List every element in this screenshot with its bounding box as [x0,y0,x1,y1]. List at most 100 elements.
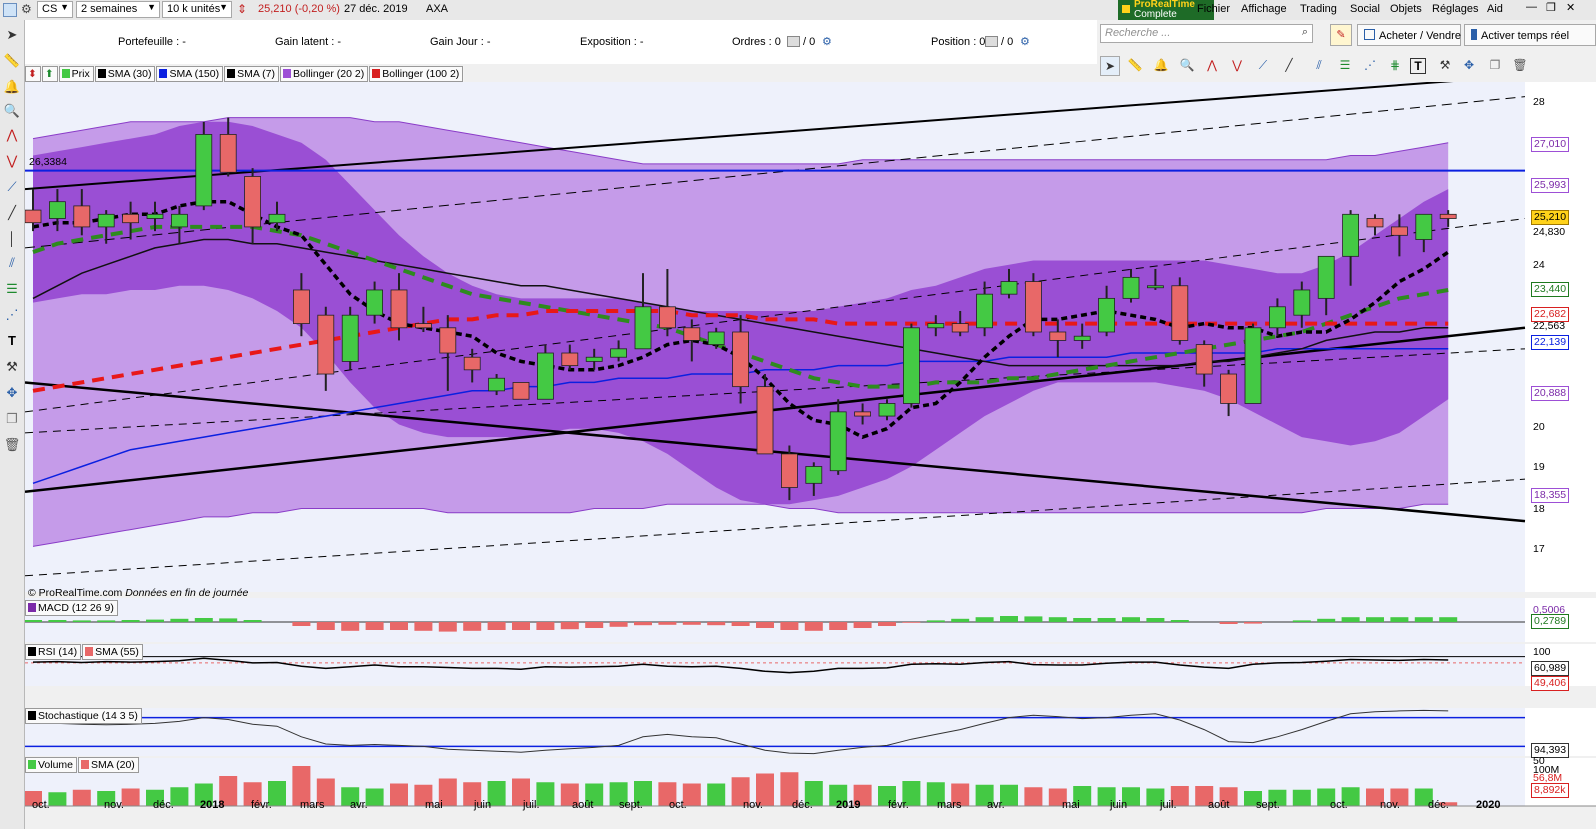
settings-icon[interactable]: ⚙ [21,2,32,16]
candle-body [537,352,554,400]
chart-type-toggle[interactable]: ⬍ [25,66,41,82]
symbol-combo[interactable]: CS ▼ [37,1,73,18]
tools-icon[interactable]: ⚒ [3,358,21,376]
buy-sell-checkbox[interactable] [1364,29,1375,40]
year-label: 2019 [836,799,861,811]
tools-tool-icon[interactable]: ⚒ [1436,56,1454,74]
axis-label-23440: 23,440 [1531,282,1570,297]
month-label: mars [937,799,962,811]
move-tool-icon[interactable]: ✥ [1460,56,1478,74]
menu-objets[interactable]: Objets [1390,3,1422,15]
channel-icon[interactable]: ⫽ [3,254,21,272]
segment-tool-icon[interactable]: ⟋ [1254,56,1272,74]
pencil-icon[interactable]: ✎ [1330,24,1352,46]
legend-bollinger100[interactable]: Bollinger (100 2) [369,66,464,82]
wave-down-tool-icon[interactable]: ⋁ [1228,56,1246,74]
add-indicator-toggle[interactable]: ⬆ [41,66,58,82]
position-settings-icon[interactable]: ⚙ [1020,35,1030,48]
text-tool-icon[interactable]: T [1410,58,1426,74]
copy-icon[interactable]: ❐ [3,410,21,428]
period-combo[interactable]: 2 semaines ▼ [76,1,160,18]
macd-bar [756,622,774,628]
legend-sma150[interactable]: SMA (150) [156,66,224,82]
orders-box-icon[interactable] [787,36,800,47]
units-combo[interactable]: 10 k unités ▼ [162,1,232,18]
legend-stoch[interactable]: Stochastique (14 3 5) [25,708,142,724]
realtime-checkbox[interactable] [1471,29,1477,40]
line-tool-icon[interactable]: ╱ [1280,56,1298,74]
chart-area[interactable] [25,82,1596,829]
close-icon[interactable]: ✕ [1566,1,1575,14]
legend-sma30[interactable]: SMA (30) [94,66,156,82]
alert-bell-icon[interactable]: 🔔 [3,78,21,96]
menu-trading[interactable]: Trading [1300,3,1337,15]
restore-icon[interactable]: ❐ [1546,1,1556,14]
price-chart-svg[interactable] [25,82,1596,829]
candle-body [244,176,262,228]
ruler-tool-icon[interactable]: 📏 [1126,56,1144,74]
units-value: 10 k unités [167,3,221,15]
search-icon[interactable]: ⌕ [1302,26,1308,39]
realtime-button[interactable]: Activer temps réel [1464,24,1596,46]
menu-social[interactable]: Social [1350,3,1380,15]
wave-up-tool-icon[interactable]: ⋀ [1203,56,1221,74]
bell-tool-icon[interactable]: 🔔 [1152,56,1170,74]
legend-volume-sma[interactable]: SMA (20) [78,757,139,773]
month-label: sept. [1256,799,1280,811]
grid-tool-icon[interactable]: ⋕ [1386,56,1404,74]
zoom-icon[interactable]: 🔍 [3,102,21,120]
candle-body [634,306,652,350]
legend-price[interactable]: Prix [58,66,94,82]
volume-bar [1292,789,1311,806]
volume-bar [390,783,408,806]
channel-tool-icon[interactable]: ⫽ [1310,56,1328,74]
text-icon[interactable]: T [3,332,21,350]
line-icon[interactable]: ╱ [3,204,21,222]
gann-tool-icon[interactable]: ⋰ [1361,56,1379,74]
wave-up-icon[interactable]: ⋀ [3,126,21,144]
legend-bollinger20[interactable]: Bollinger (20 2) [280,66,369,82]
candle-body [219,134,237,173]
zoom-tool-icon[interactable]: 🔍 [1178,56,1196,74]
trash-icon[interactable]: 🗑 [3,436,21,454]
segment-icon[interactable]: ⟋ [3,178,21,196]
macd-bar [1390,617,1409,622]
rsi-legend: RSI (14) SMA (55) [25,644,144,660]
ruler-icon[interactable]: 📏 [3,52,21,70]
wave-down-icon[interactable]: ⋁ [3,152,21,170]
gann-icon[interactable]: ⋰ [3,306,21,324]
month-label: déc. [792,799,813,811]
cursor-icon[interactable]: ➤ [3,26,21,44]
buy-sell-button[interactable]: Acheter / Vendre [1357,24,1461,46]
orders-settings-icon[interactable]: ⚙ [822,35,832,48]
menu-reglages[interactable]: Réglages [1432,3,1478,15]
move-icon[interactable]: ✥ [3,384,21,402]
axis-label-20888: 20,888 [1531,386,1570,401]
axis-label-28: 28 [1533,96,1545,108]
menu-affichage[interactable]: Affichage [1241,3,1287,15]
copy-tool-icon[interactable]: ❐ [1486,56,1504,74]
legend-sma7[interactable]: SMA (7) [224,66,280,82]
axis-label-18: 18 [1533,503,1545,515]
macd-bar [48,620,67,622]
legend-rsi-sma[interactable]: SMA (55) [82,644,143,660]
month-label: mai [425,799,443,811]
menu-aide[interactable]: Aid [1487,3,1503,15]
volume-axis-label-value: 8,892k [1531,783,1569,798]
fibonacci-tool-icon[interactable]: ☰ [1336,56,1354,74]
position-box-icon[interactable] [985,36,998,47]
pointer-tool-icon[interactable]: ➤ [1100,56,1120,76]
vertical-line-icon[interactable]: │ [3,230,21,248]
candle-body [1293,289,1311,316]
minimize-icon[interactable]: — [1526,1,1537,13]
legend-macd[interactable]: MACD (12 26 9) [25,600,118,616]
legend-rsi[interactable]: RSI (14) [25,644,82,660]
trash-tool-icon[interactable]: 🗑 [1511,56,1529,74]
fibonacci-icon[interactable]: ☰ [3,280,21,298]
macd-bar [146,619,164,622]
macd-bar [780,622,799,630]
legend-volume[interactable]: Volume [25,757,78,773]
search-input[interactable]: Recherche ... ⌕ [1100,24,1313,43]
menu-fichier[interactable]: Fichier [1197,3,1230,15]
sma7-swatch [227,69,236,78]
